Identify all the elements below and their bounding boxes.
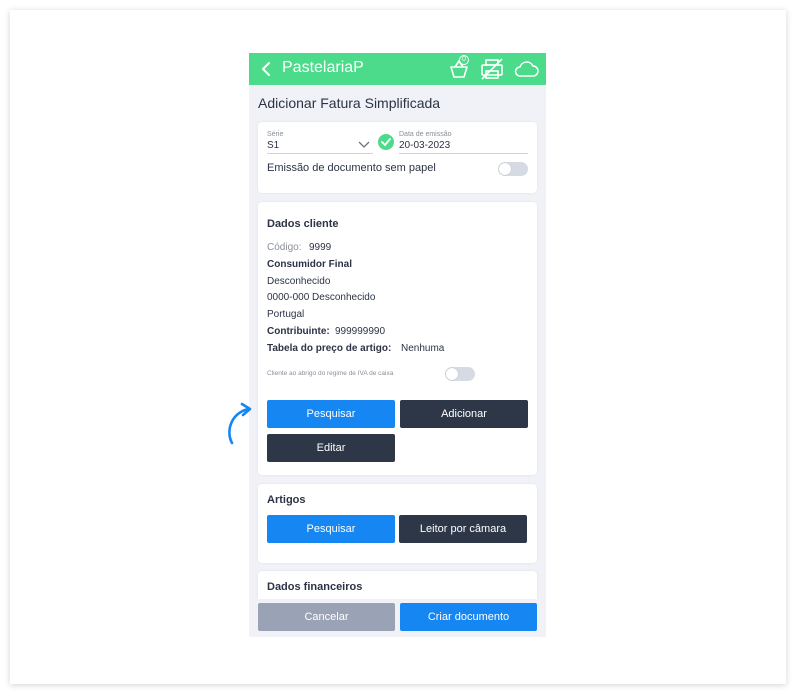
mobile-app-screen: PastelariaP 0 Adicionar Fatura Simplific… xyxy=(249,53,546,637)
iva-caixa-label: Cliente ao abrigo do regime de IVA de ca… xyxy=(267,370,394,377)
client-edit-button[interactable]: Editar xyxy=(267,434,395,462)
toggle-knob xyxy=(499,163,511,175)
client-nif-label: Contribuinte: xyxy=(267,326,330,337)
articles-search-button[interactable]: Pesquisar xyxy=(267,515,395,543)
articles-card: Artigos Pesquisar Leitor por câmara xyxy=(258,484,537,563)
client-card: Dados cliente Código: 9999 Consumidor Fi… xyxy=(258,202,537,475)
client-section-title: Dados cliente xyxy=(267,218,339,230)
create-document-button[interactable]: Criar documento xyxy=(400,603,537,631)
footer-bar: Cancelar Criar documento xyxy=(249,599,546,637)
client-nif-value: 999999990 xyxy=(335,326,386,337)
chevron-down-icon[interactable] xyxy=(358,141,370,149)
page-title: Adicionar Fatura Simplificada xyxy=(258,95,441,111)
articles-section-title: Artigos xyxy=(267,494,306,506)
iva-caixa-toggle[interactable] xyxy=(445,367,475,381)
cloud-icon[interactable] xyxy=(513,59,539,79)
client-postal: 0000-000 Desconhecido xyxy=(267,292,376,303)
client-add-button[interactable]: Adicionar xyxy=(400,400,528,428)
serie-select[interactable]: S1 xyxy=(267,140,279,151)
paperless-label: Emissão de documento sem papel xyxy=(267,162,436,174)
app-bar: PastelariaP 0 xyxy=(249,53,546,85)
client-code-label: Código: xyxy=(267,242,302,253)
financial-section-title: Dados financeiros xyxy=(267,581,363,593)
camera-reader-button[interactable]: Leitor por câmara xyxy=(399,515,527,543)
no-print-icon[interactable] xyxy=(480,57,504,81)
client-search-button[interactable]: Pesquisar xyxy=(267,400,395,428)
document-card: Série S1 Data de emissão 20-03-2023 Emis… xyxy=(258,122,537,193)
date-label: Data de emissão xyxy=(399,131,452,138)
paperless-toggle[interactable] xyxy=(498,162,528,176)
chevron-left-icon[interactable] xyxy=(259,60,273,78)
cancel-button[interactable]: Cancelar xyxy=(258,603,395,631)
serie-label: Série xyxy=(267,131,284,138)
serie-underline xyxy=(267,153,373,154)
price-table-value: Nenhuma xyxy=(401,343,445,354)
date-field[interactable]: 20-03-2023 xyxy=(399,140,450,151)
client-country: Portugal xyxy=(267,309,305,320)
check-circle-icon xyxy=(378,134,394,150)
date-underline xyxy=(399,153,528,154)
basket-count-badge: 0 xyxy=(459,55,469,65)
client-code-value: 9999 xyxy=(309,242,332,253)
app-title: PastelariaP xyxy=(282,59,364,76)
toggle-knob xyxy=(446,368,458,380)
client-address: Desconhecido xyxy=(267,276,331,287)
annotation-arrow-icon xyxy=(228,402,252,445)
price-table-label: Tabela do preço de artigo: xyxy=(267,343,392,354)
client-name: Consumidor Final xyxy=(267,259,352,270)
